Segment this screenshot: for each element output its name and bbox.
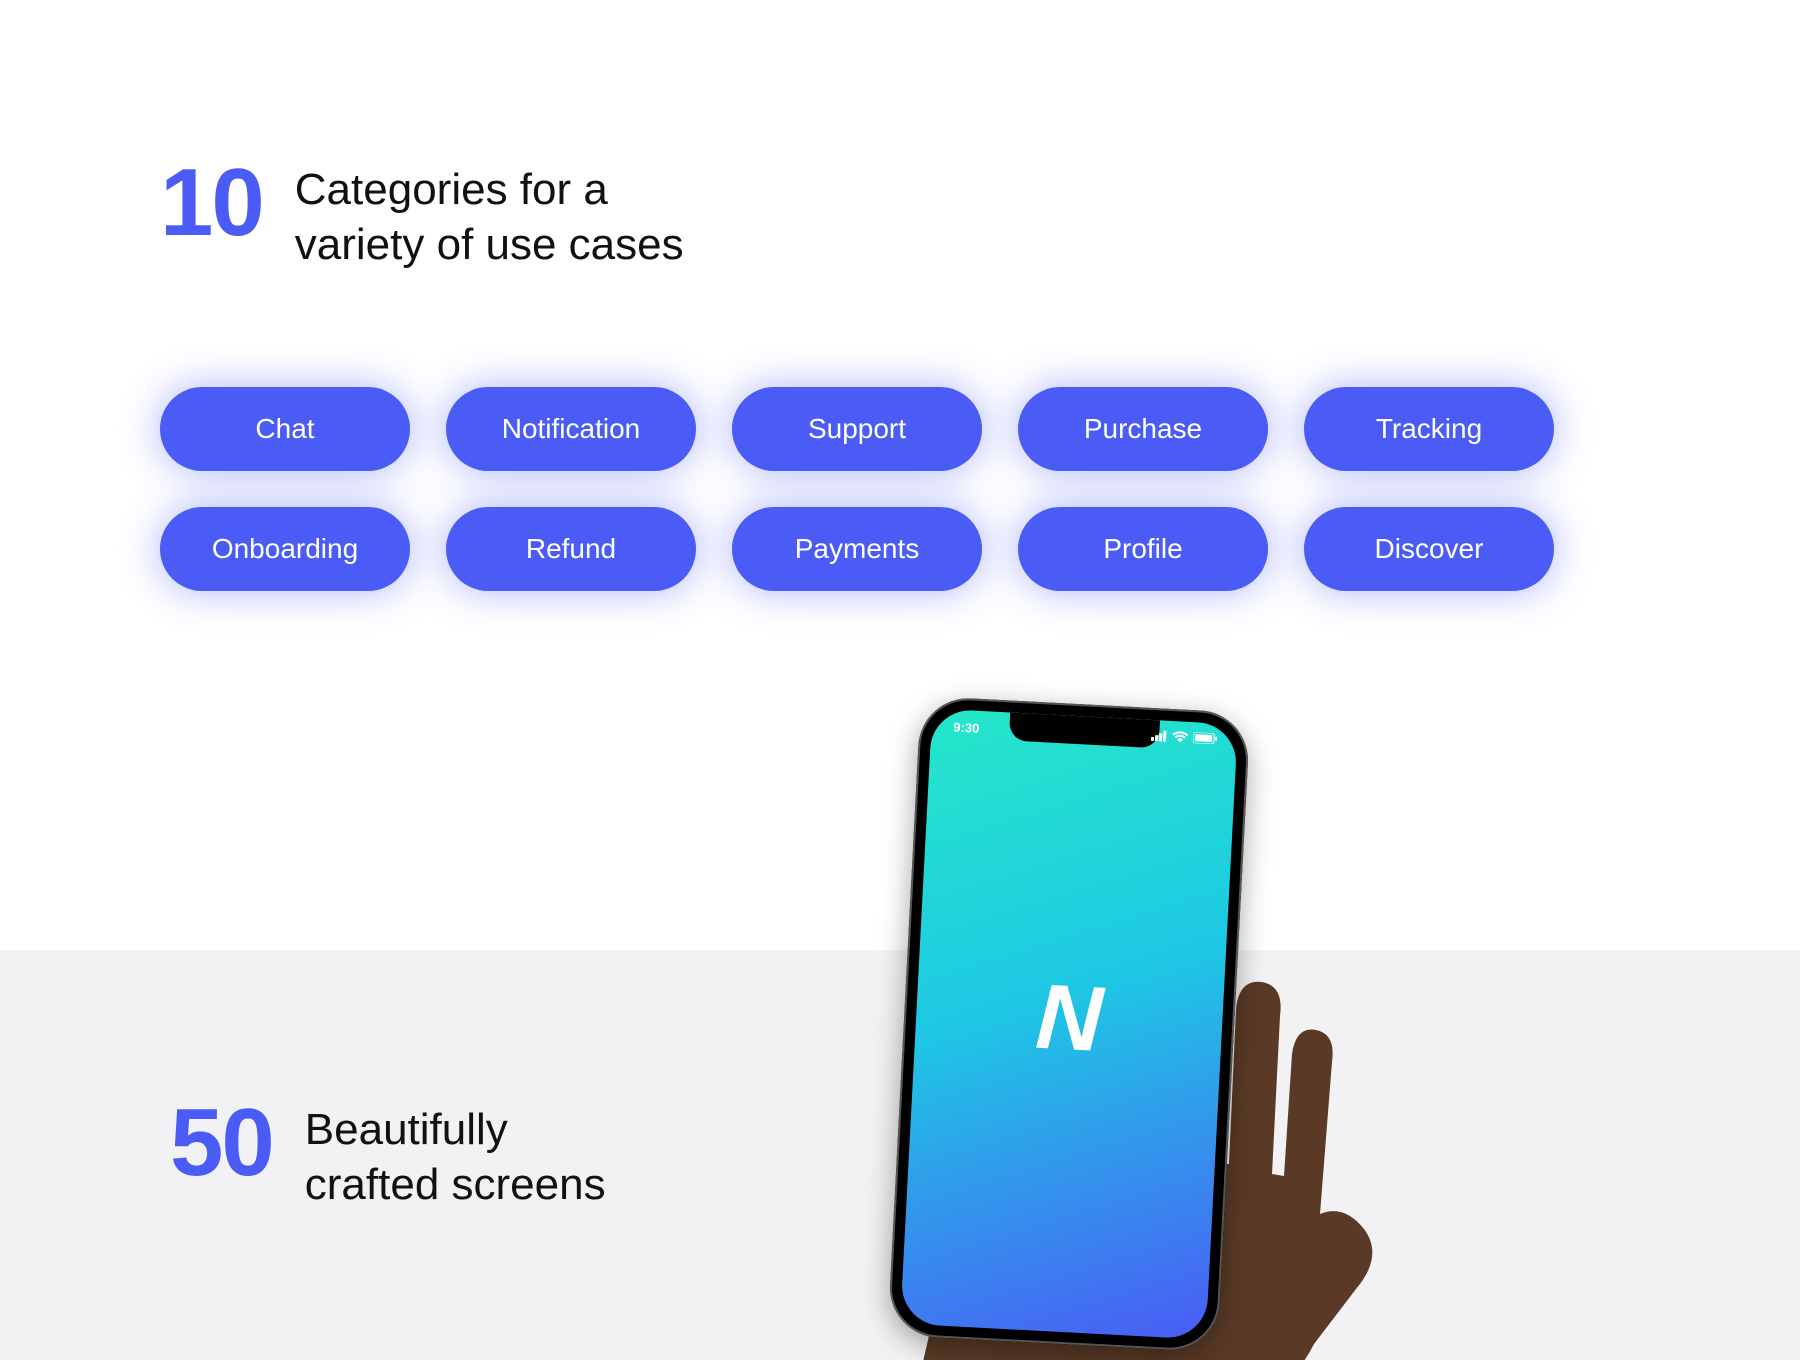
- page: 10 Categories for a variety of use cases…: [0, 0, 1800, 1360]
- stat-text-line1: Beautifully: [305, 1105, 508, 1154]
- stat-number-screens: 50: [170, 1100, 273, 1186]
- pill-purchase[interactable]: Purchase: [1018, 387, 1268, 471]
- stat-number-categories: 10: [160, 160, 263, 246]
- phone-mockup: 9:30 N: [864, 704, 1304, 1360]
- battery-icon: [1193, 732, 1218, 744]
- pill-profile[interactable]: Profile: [1018, 507, 1268, 591]
- pill-chat[interactable]: Chat: [160, 387, 410, 471]
- pill-discover[interactable]: Discover: [1304, 507, 1554, 591]
- stat-text-line2: crafted screens: [305, 1160, 606, 1209]
- phone-notch: [1009, 712, 1160, 748]
- status-time: 9:30: [953, 720, 980, 736]
- pill-refund[interactable]: Refund: [446, 507, 696, 591]
- category-pills: Chat Notification Support Purchase Track…: [160, 387, 1650, 591]
- stat-block-categories: 10 Categories for a variety of use cases: [160, 160, 1650, 272]
- stat-block-screens: 50 Beautifully crafted screens: [170, 1100, 606, 1212]
- signal-icon: [1151, 730, 1168, 742]
- pill-onboarding[interactable]: Onboarding: [160, 507, 410, 591]
- pill-notification[interactable]: Notification: [446, 387, 696, 471]
- stat-text-line1: Categories for a: [295, 165, 608, 214]
- pill-tracking[interactable]: Tracking: [1304, 387, 1554, 471]
- phone-screen: 9:30 N: [900, 708, 1238, 1339]
- stat-text-line2: variety of use cases: [295, 220, 684, 269]
- phone-device: 9:30 N: [887, 696, 1250, 1352]
- pill-support[interactable]: Support: [732, 387, 982, 471]
- stat-text-categories: Categories for a variety of use cases: [295, 162, 684, 272]
- status-indicators: [1151, 730, 1217, 744]
- app-logo-letter: N: [1033, 965, 1105, 1073]
- stat-text-screens: Beautifully crafted screens: [305, 1102, 606, 1212]
- pill-payments[interactable]: Payments: [732, 507, 982, 591]
- wifi-icon: [1172, 731, 1189, 743]
